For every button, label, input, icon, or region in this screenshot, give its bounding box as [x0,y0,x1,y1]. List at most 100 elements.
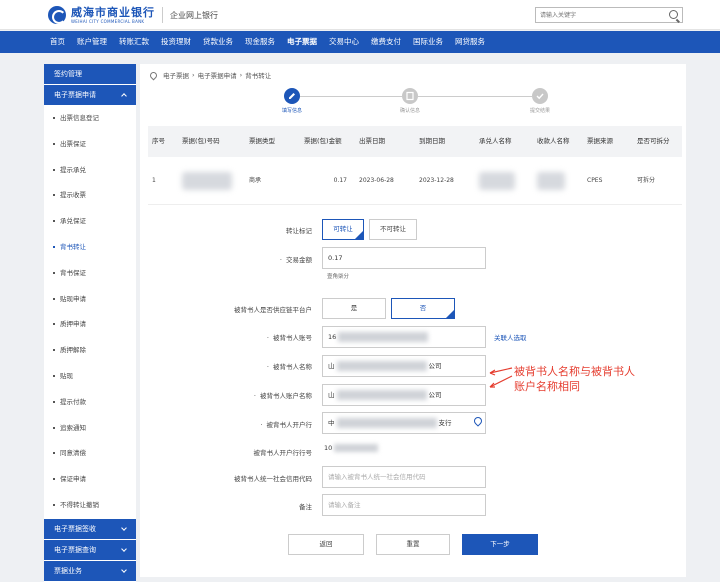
logo-name-en: WEIHAI CITY COMMERCIAL BANK [71,18,145,24]
sidebar-item[interactable]: 提示收票 [44,183,136,209]
annotation-arrows [489,367,513,388]
nav-transfer[interactable]: 转账汇款 [119,31,149,53]
remark-input[interactable]: 请输入备注 [322,494,486,516]
endorsee-name-input[interactable]: 山公司 [322,355,486,377]
table-header: 序号 票据(包)号码 票据类型 票据(包)金额 出票日期 到期日期 承兑人名称 … [148,126,682,157]
nav-international[interactable]: 国际业务 [413,31,443,53]
search-box [535,7,683,23]
breadcrumb: 电子票据 › 电子票据申请 › 背书转让 [148,70,271,80]
table-row[interactable]: 1 商承 0.17 2023-06-28 2023-12-28 CPES 可拆分 [148,157,682,205]
redacted-text [336,418,437,428]
transfer-allowed-option[interactable]: 可转让 [322,219,364,240]
chevron-down-icon [121,524,127,531]
chevron-down-icon [121,566,127,573]
nav-loans[interactable]: 贷款业务 [203,31,233,53]
amount-in-words: 壹角柒分 [327,274,350,280]
nav-invest[interactable]: 投资理财 [161,31,191,53]
platform-no-option[interactable]: 否 [391,298,455,319]
redacted-text [338,332,429,342]
sidebar-item[interactable]: 质押解除 [44,338,136,364]
top-bar: 威海市商业银行 WEIHAI CITY COMMERCIAL BANK 企业网上… [0,0,720,30]
sidebar-section-sign[interactable]: 签约管理 [44,64,136,85]
sidebar-item[interactable]: 贴现申请 [44,287,136,313]
sidebar-section-sign2[interactable]: 电子票据签收 [44,518,136,540]
remark-label: 备注 [299,503,312,511]
nav-trading[interactable]: 交易中心 [329,31,359,53]
credit-code-label: 被背书人统一社会信用代码 [234,475,312,483]
step-connector [418,96,532,97]
step-edit-icon [284,88,300,104]
sidebar-item[interactable]: 出票保证 [44,132,136,158]
next-button[interactable]: 下一步 [462,534,538,555]
annotation-line-1: 被背书人名称与被背书人 [514,365,635,378]
main-nav: 首页 账户管理 转账汇款 投资理财 贷款业务 现金服务 电子票据 交易中心 缴费… [0,31,720,53]
nav-home[interactable]: 首页 [50,31,65,53]
bank-code-label: 被背书人开户行行号 [253,449,313,457]
step-label: 提交结果 [529,108,550,114]
platform-account-label: 被背书人是否供应链平台户 [234,306,312,314]
endorsee-account-input[interactable]: 16 [322,326,486,348]
transfer-forbidden-option[interactable]: 不可转让 [369,219,417,240]
chevron-up-icon [121,93,127,99]
endorsee-bank-input[interactable]: 中支行 [322,412,486,434]
sidebar-item[interactable]: 出票信息登记 [44,106,136,132]
back-button[interactable]: 返回 [288,534,364,555]
endorsee-account-name-input[interactable]: 山公司 [322,384,486,406]
sidebar-item[interactable]: 提示付款 [44,390,136,416]
sidebar-item[interactable]: 同意清偿 [44,441,136,467]
nav-cash[interactable]: 现金服务 [245,31,275,53]
bank-logo-icon [48,6,66,24]
redacted-text [336,390,427,400]
step-label: 确认信息 [399,108,420,114]
sidebar-item[interactable]: 不得转让撤销 [44,493,136,519]
platform-yes-option[interactable]: 是 [322,298,386,319]
sidebar: 签约管理 电子票据申请 出票信息登记 出票保证 提示承兑 提示收票 承兑保证 背… [44,64,136,582]
nav-online-loan[interactable]: 网贷服务 [455,31,485,53]
sidebar-section-more[interactable]: 票据业务 [44,560,136,582]
nav-accounts[interactable]: 账户管理 [77,31,107,53]
logo-divider [162,7,163,23]
sidebar-item[interactable]: 追索通知 [44,416,136,442]
search-icon[interactable] [669,10,678,19]
redacted-text [336,361,427,371]
credit-code-input[interactable]: 请输入被背书人统一社会信用代码 [322,466,486,488]
nav-ebill[interactable]: 电子票据 [287,31,317,53]
annotation-arrow-lower [489,375,513,388]
reset-button[interactable]: 重置 [376,534,450,555]
bank-logo[interactable]: 威海市商业银行 WEIHAI CITY COMMERCIAL BANK 企业网上… [48,6,218,24]
sidebar-item[interactable]: 贴现 [44,364,136,390]
bill-table: 序号 票据(包)号码 票据类型 票据(包)金额 出票日期 到期日期 承兑人名称 … [148,126,682,205]
amount-input[interactable]: 0.17 [322,247,486,269]
sidebar-section-query[interactable]: 电子票据查询 [44,539,136,561]
transfer-mark-label: 转让标记 [286,227,312,235]
endorsee-name-label: · 被背书人名称 [266,363,312,371]
progress-steps: 填写信息 确认信息 提交结果 [276,88,556,118]
sidebar-item-endorse-transfer[interactable]: 背书转让 [44,235,136,261]
sidebar-item[interactable]: 背书保证 [44,261,136,287]
amount-label: · 交易金额 [279,256,312,264]
breadcrumb-item[interactable]: 电子票据 [163,70,189,80]
search-input[interactable] [536,8,660,22]
select-contact-link[interactable]: 关联人选取 [494,332,527,342]
endorsee-account-label: · 被背书人账号 [266,334,312,342]
sidebar-item[interactable]: 保证申请 [44,467,136,493]
step-confirm-icon [402,88,418,104]
step-connector [300,96,402,97]
logo-name-cn: 威海市商业银行 [71,5,155,19]
nav-payment[interactable]: 缴费支付 [371,31,401,53]
step-result-icon [532,88,548,104]
chevron-down-icon [121,545,127,552]
sidebar-item[interactable]: 质押申请 [44,312,136,338]
sidebar-item[interactable]: 承兑保证 [44,209,136,235]
sidebar-section-apply[interactable]: 电子票据申请 [44,85,136,106]
redacted-acceptor [479,171,515,190]
sidebar-item[interactable]: 提示承兑 [44,158,136,184]
location-pin-icon [148,70,159,80]
site-subtitle: 企业网上银行 [170,10,218,20]
endorsee-account-name-label: · 被背书人账户名称 [253,392,312,400]
redacted-text [334,444,379,452]
main-panel: 电子票据 › 电子票据申请 › 背书转让 填写信息 确认信息 提交结果 序号 票据(… [140,64,686,577]
annotation-line-2: 账户名称相同 [514,380,580,393]
breadcrumb-item[interactable]: 电子票据申请 [198,70,237,80]
step-label: 填写信息 [281,108,302,114]
